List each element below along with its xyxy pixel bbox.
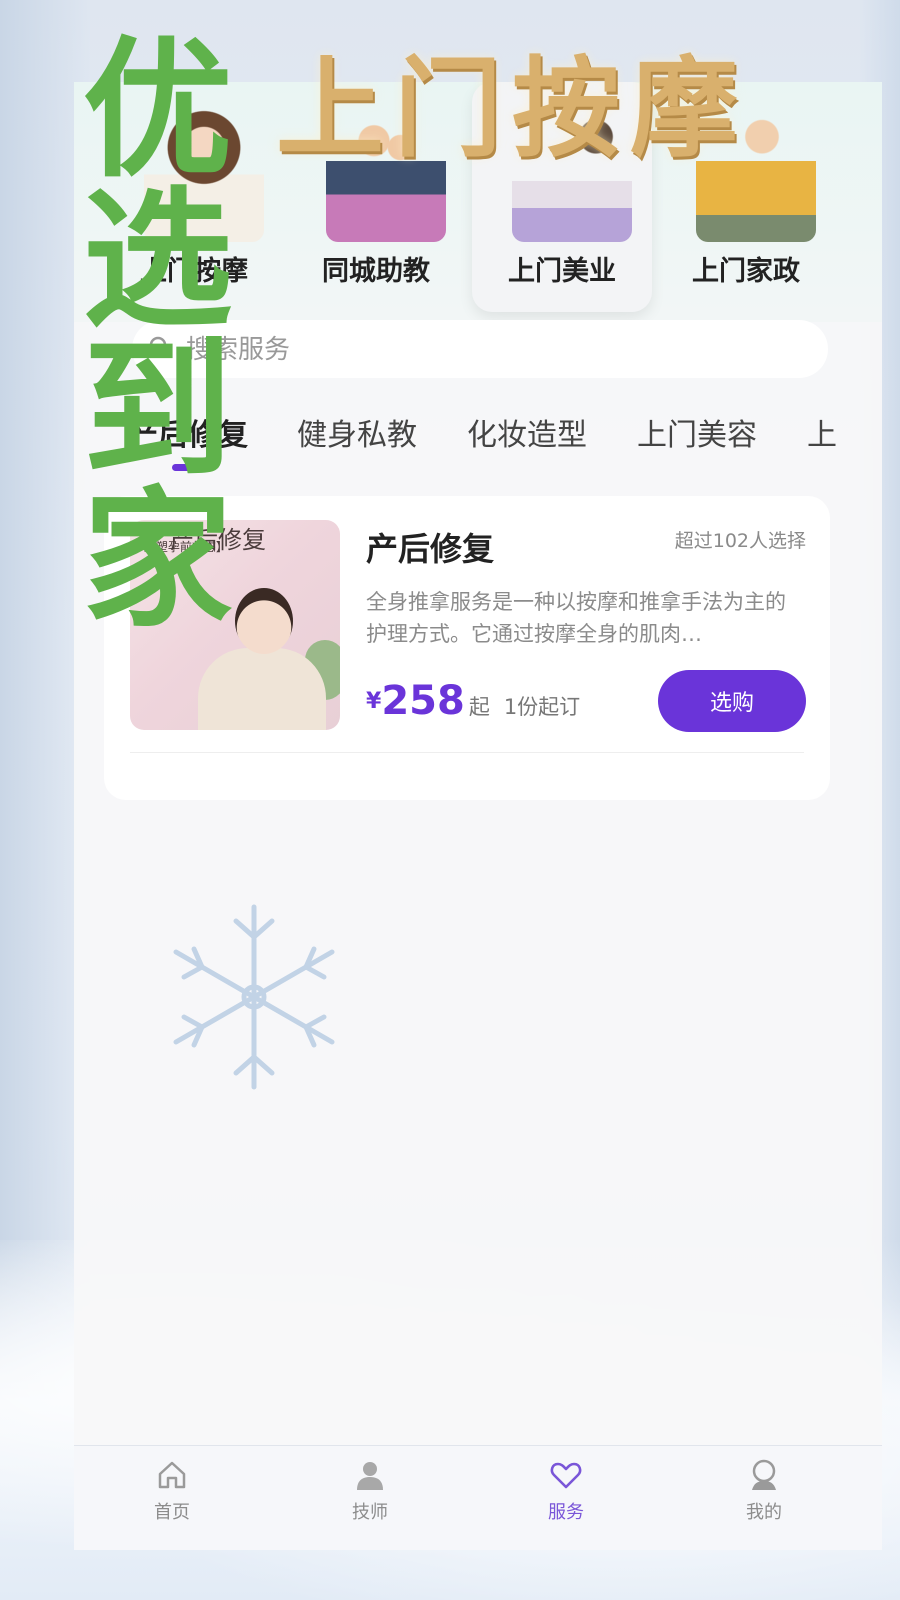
- price-value: 258: [381, 678, 465, 724]
- card-divider: [130, 752, 804, 753]
- category-label: 上门美业: [508, 256, 616, 287]
- heart-icon: [550, 1462, 582, 1489]
- promo-vertical-text: 优选到家: [57, 30, 233, 630]
- model-head: [235, 588, 293, 654]
- category-label: 上门家政: [692, 256, 800, 287]
- nav-profile[interactable]: 我的: [704, 1458, 824, 1524]
- promo-headline: 上门按摩: [276, 46, 749, 172]
- bottom-nav: 首页 技师 服务 我的: [74, 1445, 882, 1550]
- tab-makeup[interactable]: 化妆造型: [467, 410, 587, 454]
- home-icon: [158, 1461, 186, 1489]
- profile-icon: [752, 1459, 776, 1490]
- search-bar[interactable]: [132, 320, 828, 380]
- model-body: [198, 648, 326, 730]
- tab-more[interactable]: 上: [807, 410, 837, 454]
- snowflake-decoration: [173, 904, 335, 1090]
- price-symbol: ¥: [366, 689, 382, 714]
- nav-label: 首页: [154, 1502, 190, 1523]
- price-suffix: 起: [468, 695, 490, 719]
- technician-icon: [357, 1462, 383, 1490]
- buy-button[interactable]: 选购: [658, 670, 806, 732]
- selection-count: 超过102人选择: [674, 530, 806, 552]
- nav-label: 我的: [746, 1502, 782, 1523]
- nav-service[interactable]: 服务: [506, 1458, 626, 1524]
- product-description: 全身推拿服务是一种以按摩和推拿手法为主的护理方式。它通过按摩全身的肌肉…: [366, 590, 786, 646]
- category-label: 同城助教: [322, 256, 430, 287]
- price-row: ¥258 起 1份起订: [366, 678, 580, 724]
- tab-beauty[interactable]: 上门美容: [637, 410, 757, 454]
- product-title: 产后修复: [366, 530, 495, 568]
- nav-home[interactable]: 首页: [112, 1458, 232, 1524]
- min-order: 1份起订: [503, 695, 581, 719]
- nav-label: 服务: [548, 1502, 584, 1523]
- search-input[interactable]: [184, 320, 808, 380]
- nav-label: 技师: [352, 1502, 388, 1523]
- tab-fitness[interactable]: 健身私教: [297, 410, 417, 454]
- nav-technician[interactable]: 技师: [310, 1458, 430, 1524]
